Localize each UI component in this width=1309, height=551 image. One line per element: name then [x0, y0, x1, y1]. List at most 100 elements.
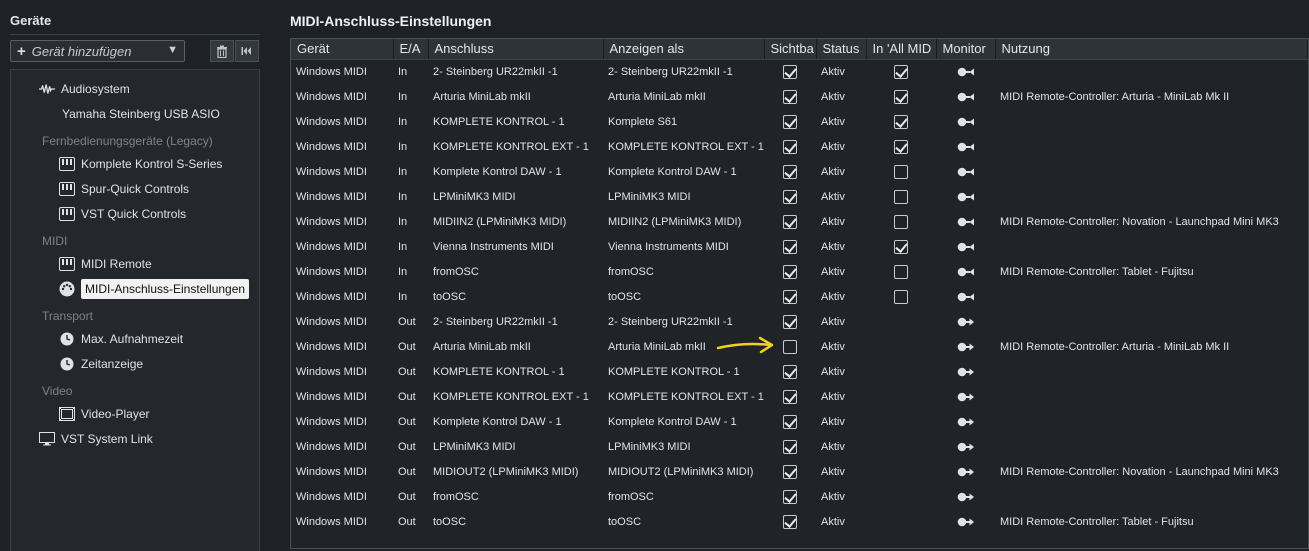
cell-show-as[interactable]: 2- Steinberg UR22mkII -1: [603, 309, 764, 334]
table-row[interactable]: Windows MIDI Out 2- Steinberg UR22mkII -1 2…: [291, 309, 1307, 334]
table-row[interactable]: Windows MIDI In LPMiniMK3 MIDI LPMiniMK3 MI…: [291, 184, 1307, 209]
cell-show-as[interactable]: Vienna Instruments MIDI: [603, 234, 764, 259]
cell-show-as[interactable]: MIDIOUT2 (LPMiniMK3 MIDI): [603, 459, 764, 484]
tree-item-spur-quick-controls[interactable]: Spur-Quick Controls: [59, 178, 189, 200]
tree-item-vst-system-link[interactable]: VST System Link: [39, 428, 153, 450]
tree-item-video-player[interactable]: Video-Player: [59, 403, 149, 425]
visible-checkbox[interactable]: [783, 89, 797, 104]
cell-show-as[interactable]: KOMPLETE KONTROL - 1: [603, 359, 764, 384]
monitor-in-icon[interactable]: [957, 292, 975, 302]
visible-checkbox[interactable]: [783, 464, 797, 479]
cell-show-as[interactable]: toOSC: [603, 284, 764, 309]
monitor-out-icon[interactable]: [957, 367, 975, 377]
visible-checkbox[interactable]: [783, 439, 797, 454]
table-row[interactable]: Windows MIDI Out toOSC toOSC Aktiv MIDI Remot…: [291, 509, 1307, 534]
all-midi-inputs-checkbox[interactable]: [894, 264, 908, 279]
visible-checkbox[interactable]: [783, 389, 797, 404]
col-status-header[interactable]: Status: [816, 39, 867, 60]
monitor-out-icon[interactable]: [957, 342, 975, 352]
cell-show-as[interactable]: MIDIIN2 (LPMiniMK3 MIDI): [603, 209, 764, 234]
cell-show-as[interactable]: Komplete Kontrol DAW - 1: [603, 409, 764, 434]
visible-checkbox[interactable]: [783, 314, 797, 329]
tree-item-audio-system[interactable]: Audiosystem: [39, 78, 130, 100]
reset-device-button[interactable]: [235, 40, 259, 62]
cell-show-as[interactable]: fromOSC: [603, 259, 764, 284]
table-row[interactable]: Windows MIDI In Arturia MiniLab mkII Arturi…: [291, 84, 1307, 109]
monitor-in-icon[interactable]: [957, 92, 975, 102]
all-midi-inputs-checkbox[interactable]: [894, 189, 908, 204]
monitor-out-icon[interactable]: [957, 317, 975, 327]
monitor-out-icon[interactable]: [957, 467, 975, 477]
visible-checkbox[interactable]: [783, 414, 797, 429]
table-row[interactable]: Windows MIDI In Komplete Kontrol DAW - 1 Ko…: [291, 159, 1307, 184]
monitor-in-icon[interactable]: [957, 167, 975, 177]
visible-checkbox[interactable]: [783, 264, 797, 279]
visible-checkbox[interactable]: [783, 339, 797, 354]
monitor-out-icon[interactable]: [957, 392, 975, 402]
cell-show-as[interactable]: Komplete S61: [603, 109, 764, 134]
monitor-in-icon[interactable]: [957, 117, 975, 127]
all-midi-inputs-checkbox[interactable]: [894, 139, 908, 154]
cell-show-as[interactable]: LPMiniMK3 MIDI: [603, 184, 764, 209]
col-show-as-header[interactable]: Anzeigen als: [603, 39, 765, 60]
col-all-midi-header[interactable]: In 'All MID: [866, 39, 937, 60]
add-device-dropdown[interactable]: + Gerät hinzufügen ▼: [10, 40, 185, 62]
monitor-out-icon[interactable]: [957, 417, 975, 427]
col-io-header[interactable]: E/A: [393, 39, 429, 60]
col-usage-header[interactable]: Nutzung: [995, 39, 1308, 60]
visible-checkbox[interactable]: [783, 164, 797, 179]
visible-checkbox[interactable]: [783, 64, 797, 79]
table-row[interactable]: Windows MIDI In KOMPLETE KONTROL - 1 Komple…: [291, 109, 1307, 134]
cell-show-as[interactable]: fromOSC: [603, 484, 764, 509]
tree-item-midi-remote[interactable]: MIDI Remote: [59, 253, 152, 275]
table-row[interactable]: Windows MIDI Out Arturia MiniLab mkII Artur…: [291, 334, 1307, 359]
table-row[interactable]: Windows MIDI In MIDIIN2 (LPMiniMK3 MIDI) MI…: [291, 209, 1307, 234]
table-row[interactable]: Windows MIDI In KOMPLETE KONTROL EXT - 1 KO…: [291, 134, 1307, 159]
col-port-header[interactable]: Anschluss: [428, 39, 604, 60]
visible-checkbox[interactable]: [783, 139, 797, 154]
visible-checkbox[interactable]: [783, 364, 797, 379]
monitor-out-icon[interactable]: [957, 442, 975, 452]
all-midi-inputs-checkbox[interactable]: [894, 64, 908, 79]
visible-checkbox[interactable]: [783, 214, 797, 229]
table-row[interactable]: Windows MIDI In Vienna Instruments MIDI Vie…: [291, 234, 1307, 259]
all-midi-inputs-checkbox[interactable]: [894, 89, 908, 104]
cell-show-as[interactable]: KOMPLETE KONTROL EXT - 1: [603, 384, 764, 409]
table-row[interactable]: Windows MIDI Out KOMPLETE KONTROL EXT - 1 K…: [291, 384, 1307, 409]
cell-show-as[interactable]: Arturia MiniLab mkII: [603, 84, 764, 109]
visible-checkbox[interactable]: [783, 114, 797, 129]
tree-item-max-recording-time[interactable]: Max. Aufnahmezeit: [59, 328, 183, 350]
col-monitor-header[interactable]: Monitor: [936, 39, 996, 60]
all-midi-inputs-checkbox[interactable]: [894, 114, 908, 129]
table-row[interactable]: Windows MIDI Out KOMPLETE KONTROL - 1 KOMPL…: [291, 359, 1307, 384]
cell-show-as[interactable]: toOSC: [603, 509, 764, 534]
table-row[interactable]: Windows MIDI Out MIDIOUT2 (LPMiniMK3 MIDI)…: [291, 459, 1307, 484]
monitor-out-icon[interactable]: [957, 517, 975, 527]
visible-checkbox[interactable]: [783, 289, 797, 304]
cell-show-as[interactable]: KOMPLETE KONTROL EXT - 1: [603, 134, 764, 159]
cell-show-as[interactable]: Komplete Kontrol DAW - 1: [603, 159, 764, 184]
table-row[interactable]: Windows MIDI In toOSC toOSC Aktiv: [291, 284, 1307, 309]
visible-checkbox[interactable]: [783, 514, 797, 529]
visible-checkbox[interactable]: [783, 189, 797, 204]
tree-item-time-display[interactable]: Zeitanzeige: [59, 353, 143, 375]
table-row[interactable]: Windows MIDI Out fromOSC fromOSC Aktiv: [291, 484, 1307, 509]
monitor-in-icon[interactable]: [957, 267, 975, 277]
cell-show-as[interactable]: LPMiniMK3 MIDI: [603, 434, 764, 459]
tree-item-komplete-kontrol[interactable]: Komplete Kontrol S-Series: [59, 153, 222, 175]
tree-item-audio-driver[interactable]: Yamaha Steinberg USB ASIO: [62, 103, 220, 125]
tree-item-midi-port-settings[interactable]: MIDI-Anschluss-Einstellungen: [59, 278, 250, 300]
col-device-header[interactable]: Gerät: [291, 39, 394, 60]
table-row[interactable]: Windows MIDI In 2- Steinberg UR22mkII -1 2-…: [291, 59, 1307, 84]
col-visible-header[interactable]: Sichtba: [764, 39, 817, 60]
all-midi-inputs-checkbox[interactable]: [894, 214, 908, 229]
cell-show-as[interactable]: 2- Steinberg UR22mkII -1: [603, 59, 764, 84]
monitor-in-icon[interactable]: [957, 192, 975, 202]
visible-checkbox[interactable]: [783, 239, 797, 254]
table-row[interactable]: Windows MIDI In fromOSC fromOSC Aktiv MIDI Re…: [291, 259, 1307, 284]
all-midi-inputs-checkbox[interactable]: [894, 239, 908, 254]
table-row[interactable]: Windows MIDI Out LPMiniMK3 MIDI LPMiniMK3 M…: [291, 434, 1307, 459]
monitor-in-icon[interactable]: [957, 217, 975, 227]
delete-device-button[interactable]: [210, 40, 234, 62]
monitor-in-icon[interactable]: [957, 67, 975, 77]
